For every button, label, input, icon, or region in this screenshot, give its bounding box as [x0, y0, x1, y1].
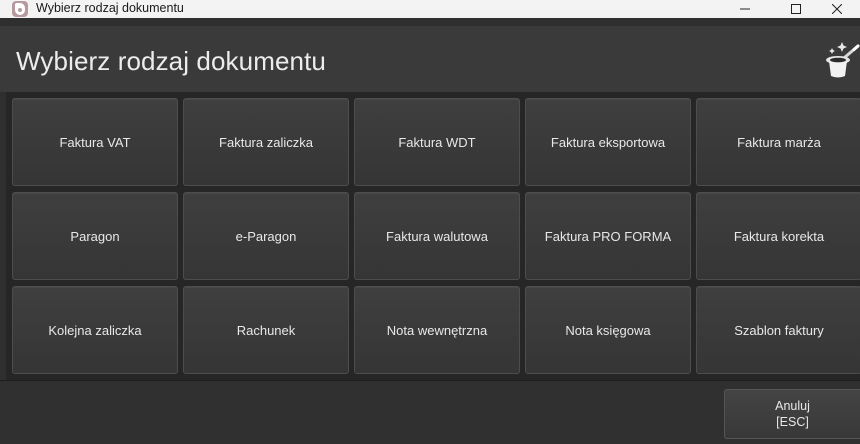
document-button-kolejna-zaliczka[interactable]: Kolejna zaliczka: [12, 286, 178, 374]
document-button-szablon-faktury[interactable]: Szablon faktury: [696, 286, 860, 374]
document-button-faktura-eksportowa[interactable]: Faktura eksportowa: [525, 98, 691, 186]
document-button-e-paragon[interactable]: e-Paragon: [183, 192, 349, 280]
cancel-shortcut-hint: [ESC]: [776, 415, 809, 429]
cancel-button[interactable]: Anuluj [ESC]: [724, 389, 860, 439]
maximize-icon: [791, 4, 801, 14]
cancel-button-label: Anuluj: [775, 399, 810, 413]
magic-hat-icon: [826, 42, 860, 78]
close-button[interactable]: [814, 0, 860, 18]
close-icon: [832, 4, 842, 14]
document-button-rachunek[interactable]: Rachunek: [183, 286, 349, 374]
window-titlebar: Wybierz rodzaj dokumentu: [0, 0, 860, 18]
document-button-faktura-pro-forma[interactable]: Faktura PRO FORMA: [525, 192, 691, 280]
document-button-faktura-vat[interactable]: Faktura VAT: [12, 98, 178, 186]
document-button-nota-wewnetrzna[interactable]: Nota wewnętrzna: [354, 286, 520, 374]
document-button-paragon[interactable]: Paragon: [12, 192, 178, 280]
document-button-faktura-zaliczka[interactable]: Faktura zaliczka: [183, 98, 349, 186]
minimize-icon: [740, 8, 750, 10]
document-button-nota-ksiegowa[interactable]: Nota księgowa: [525, 286, 691, 374]
dialog-header: Wybierz rodzaj dokumentu: [0, 26, 860, 92]
maximize-button[interactable]: [773, 0, 819, 18]
minimize-button[interactable]: [722, 0, 768, 18]
document-type-grid: Faktura VAT Faktura zaliczka Faktura WDT…: [6, 92, 860, 380]
window-title: Wybierz rodzaj dokumentu: [36, 1, 184, 15]
document-button-faktura-marza[interactable]: Faktura marża: [696, 98, 860, 186]
document-button-faktura-walutowa[interactable]: Faktura walutowa: [354, 192, 520, 280]
document-button-faktura-wdt[interactable]: Faktura WDT: [354, 98, 520, 186]
page-title: Wybierz rodzaj dokumentu: [16, 46, 326, 76]
document-button-faktura-korekta[interactable]: Faktura korekta: [696, 192, 860, 280]
dialog-footer: Anuluj [ESC]: [0, 380, 860, 444]
app-logo-icon: [12, 1, 28, 17]
